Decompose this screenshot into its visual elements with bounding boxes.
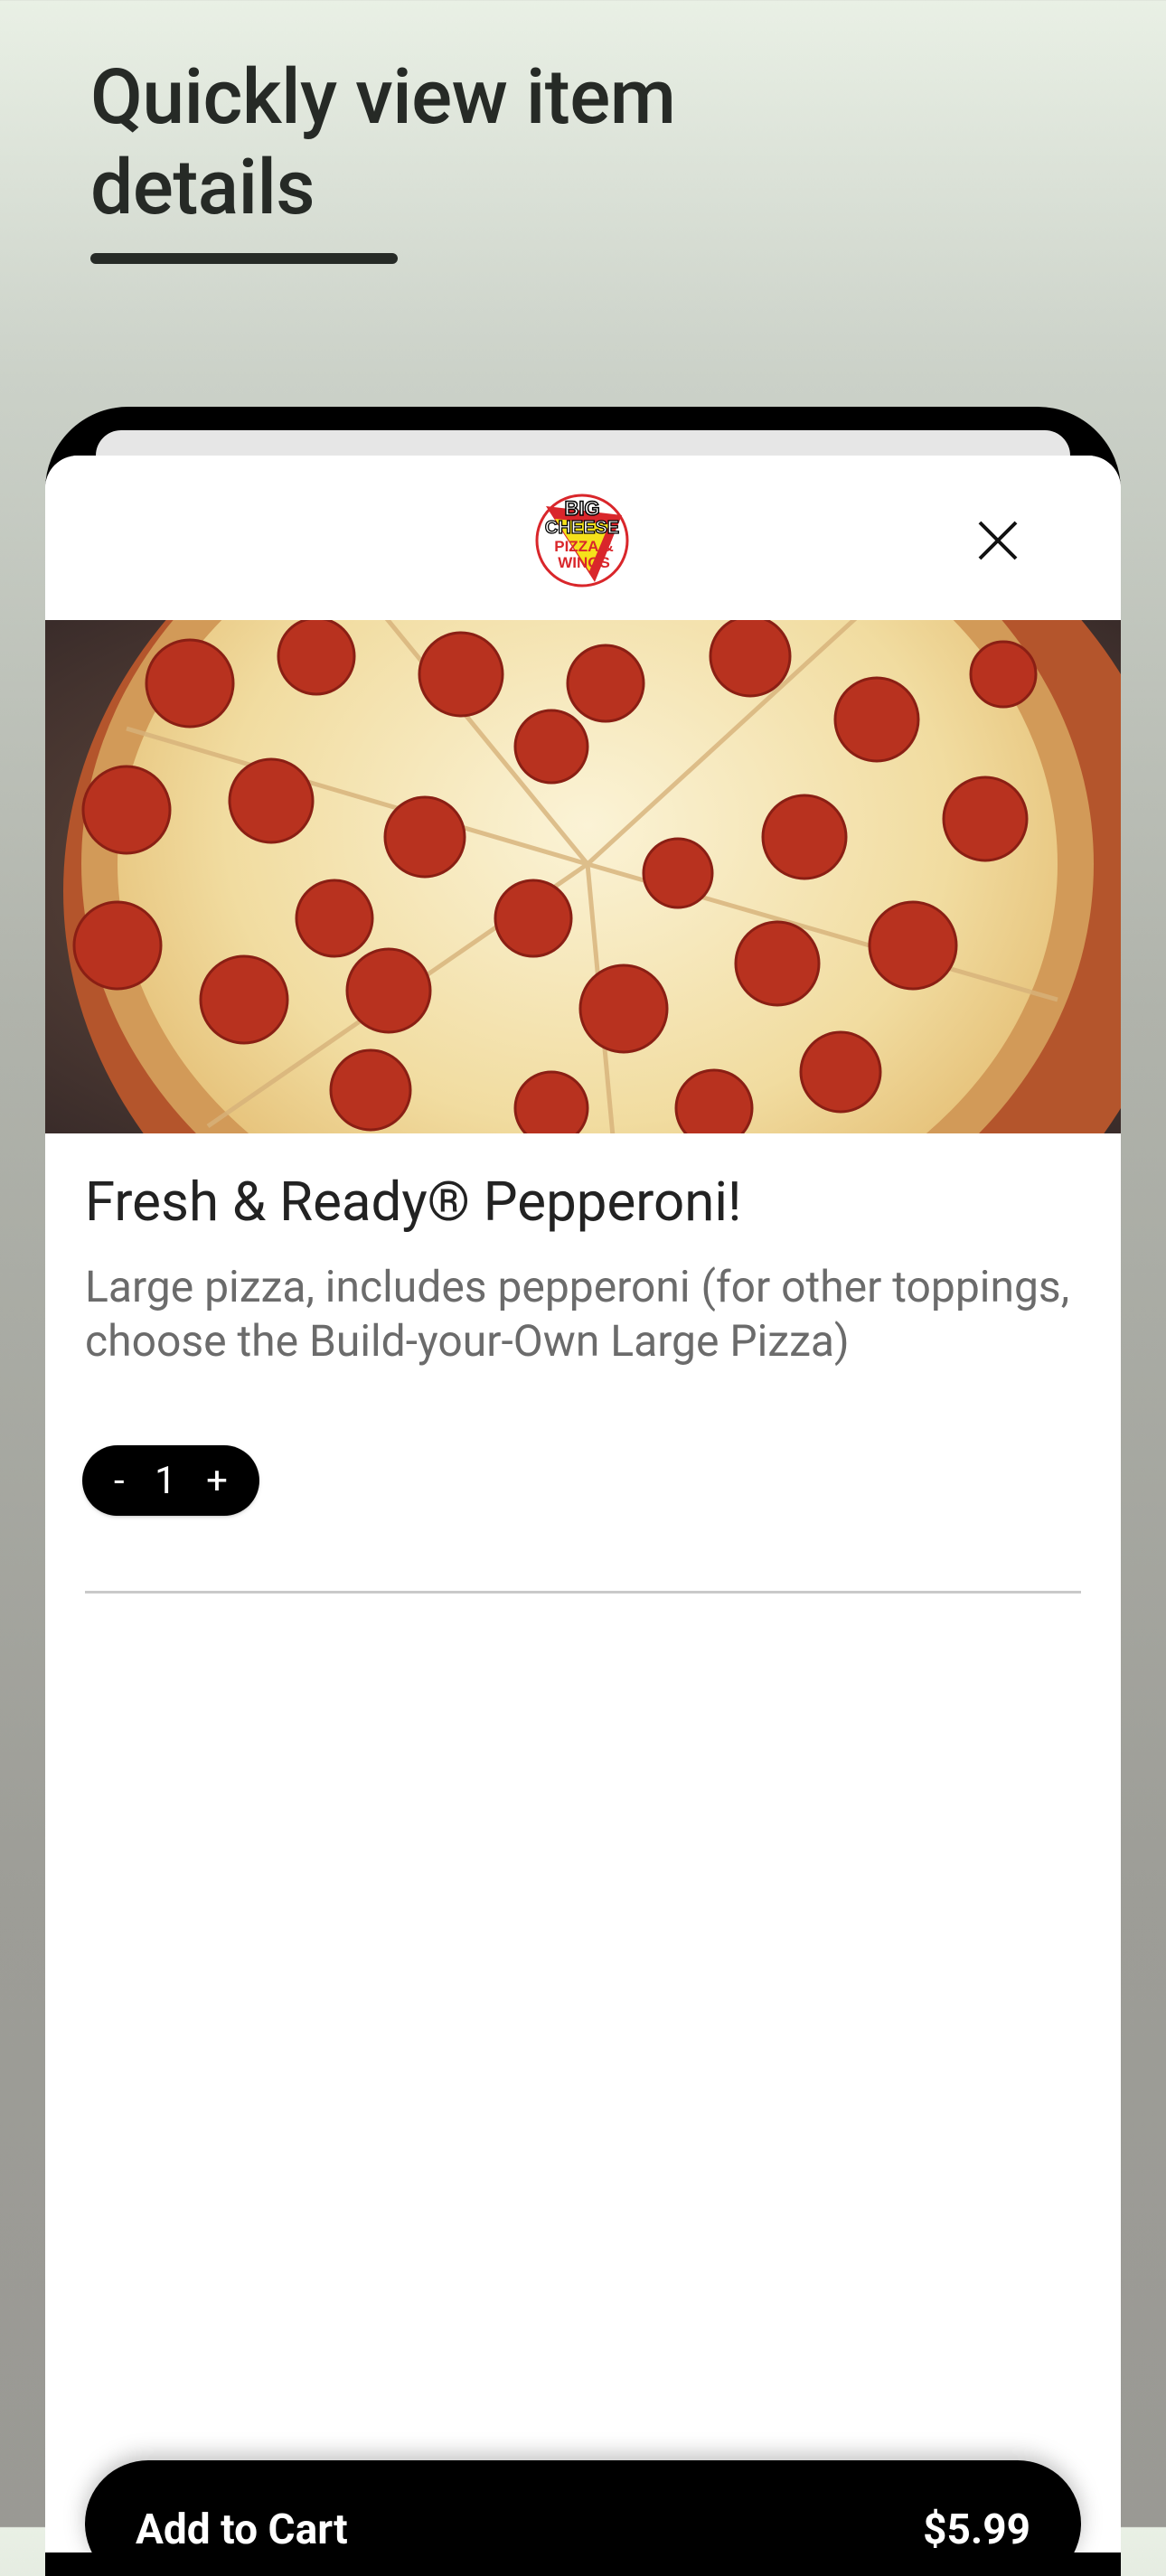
add-to-cart-label: Add to Cart: [136, 2505, 348, 2552]
cart-price: $5.99: [923, 2505, 1030, 2552]
logo-text-wings: WINGS: [558, 554, 610, 571]
headline-underline: [90, 253, 398, 264]
quantity-stepper: - 1 +: [85, 1448, 257, 1513]
brand-logo-icon: BIG CHEESE PIZZA & WINGS: [531, 488, 633, 589]
quantity-decrease-button[interactable]: -: [114, 1459, 125, 1503]
add-to-cart-button[interactable]: Add to Cart $5.99: [85, 2460, 1081, 2552]
logo-text-big: BIG: [564, 497, 599, 520]
section-divider: [85, 1591, 1081, 1594]
logo-text-pizza: PIZZA &: [554, 538, 613, 555]
item-image: [45, 620, 1121, 1133]
pepperoni-pizza-photo-icon: [45, 620, 1121, 1133]
close-button[interactable]: [967, 510, 1029, 571]
item-title: Fresh & Ready® Pepperoni!: [85, 1170, 742, 1234]
close-icon: [978, 521, 1018, 560]
sheet-header: BIG CHEESE PIZZA & WINGS: [45, 456, 1121, 620]
quantity-value: 1: [155, 1458, 176, 1503]
item-description: Large pizza, includes pepperoni (for oth…: [85, 1261, 1070, 1367]
item-detail-sheet: BIG CHEESE PIZZA & WINGS Fresh & Ready® …: [45, 456, 1121, 2552]
promo-headline: Quickly view item details: [90, 52, 676, 232]
quantity-increase-button[interactable]: +: [206, 1459, 228, 1503]
logo-text-cheese: CHEESE: [545, 518, 619, 538]
